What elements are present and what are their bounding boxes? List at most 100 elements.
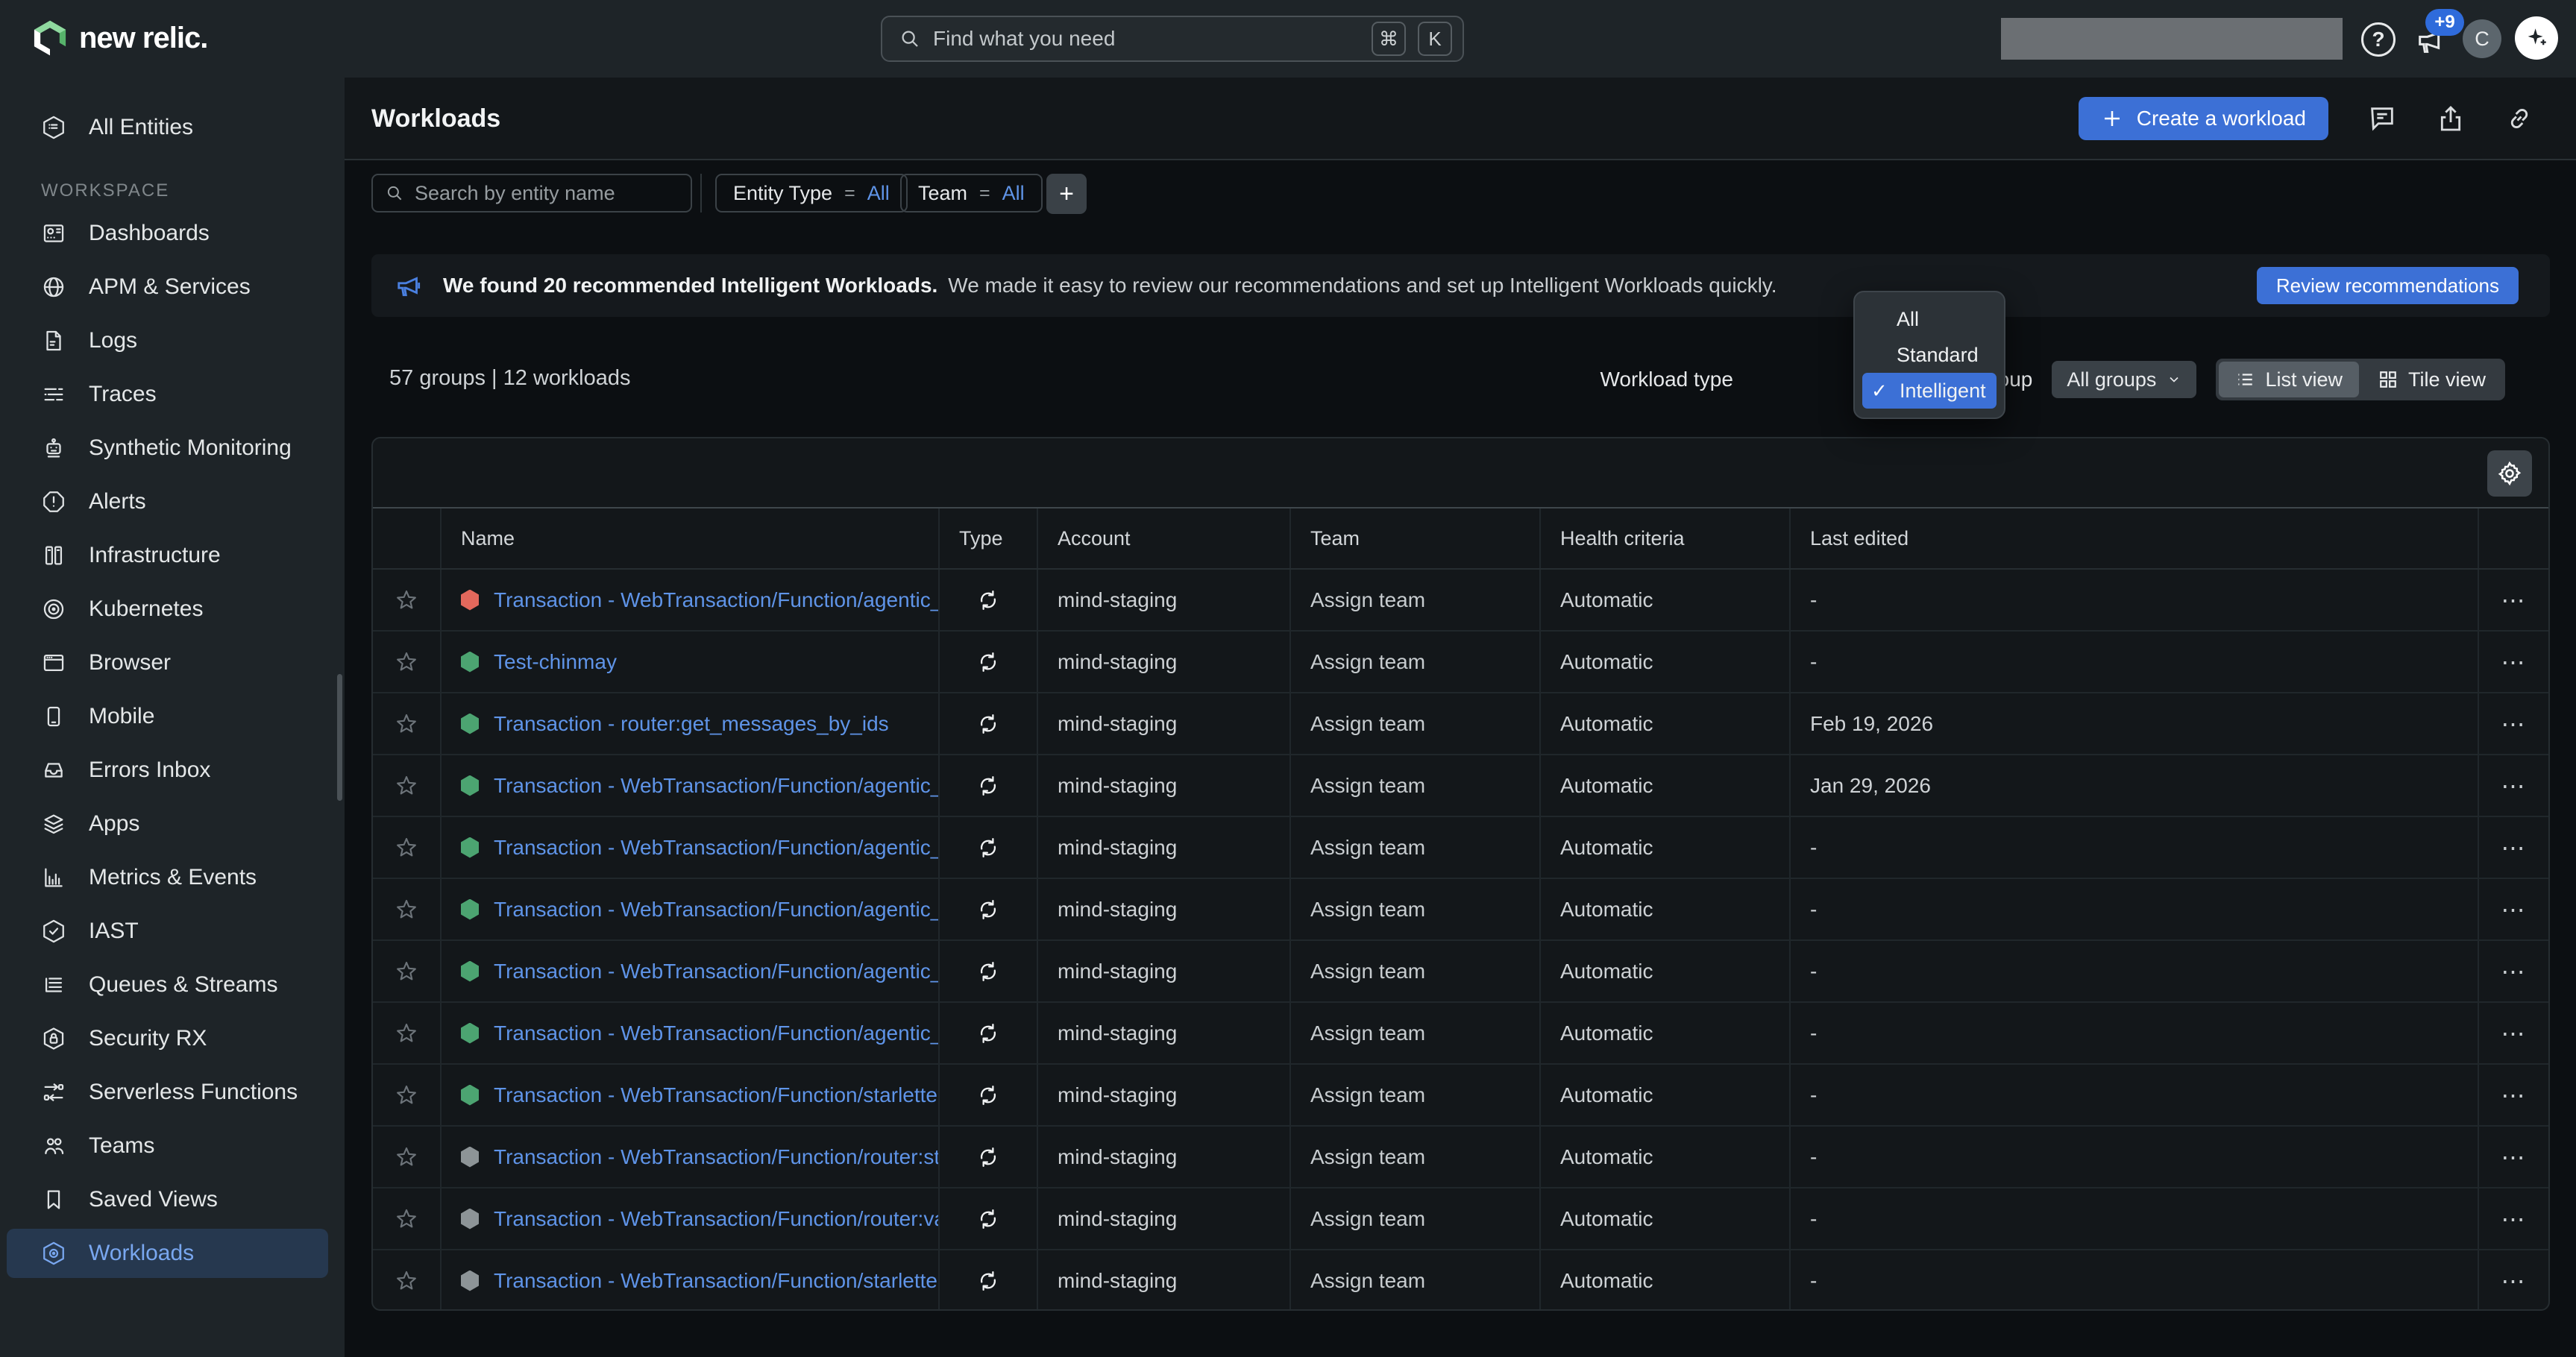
favorite-star-icon[interactable]: [395, 960, 418, 983]
review-recommendations-button[interactable]: Review recommendations: [2257, 267, 2519, 304]
sidebar-item-serverless-functions[interactable]: Serverless Functions: [7, 1068, 328, 1117]
favorite-star-icon[interactable]: [395, 774, 418, 798]
notification-count-badge[interactable]: +9: [2425, 9, 2464, 36]
sidebar-item-errors-inbox[interactable]: Errors Inbox: [7, 746, 328, 795]
workload-name-link[interactable]: Transaction - WebTransaction/Function/ro…: [494, 1145, 938, 1169]
workload-type-option-intelligent[interactable]: ✓Intelligent: [1862, 373, 1997, 409]
row-actions-menu[interactable]: ⋯: [2501, 1143, 2527, 1171]
row-actions-menu[interactable]: ⋯: [2501, 1019, 2527, 1048]
help-icon[interactable]: ?: [2361, 22, 2396, 57]
favorite-star-icon[interactable]: [395, 712, 418, 736]
team-cell[interactable]: Assign team: [1291, 817, 1541, 878]
favorite-star-icon[interactable]: [395, 588, 418, 612]
workload-type-option-standard[interactable]: Standard: [1862, 337, 1997, 373]
sidebar-item-dashboards[interactable]: Dashboards: [7, 209, 328, 258]
row-actions-menu[interactable]: ⋯: [2501, 648, 2527, 676]
sidebar-item-workloads[interactable]: Workloads: [7, 1229, 328, 1278]
tile-view-toggle[interactable]: Tile view: [2362, 362, 2502, 397]
column-header-team[interactable]: Team: [1291, 509, 1541, 568]
sidebar-item-synthetic-monitoring[interactable]: Synthetic Monitoring: [7, 424, 328, 473]
sidebar-item-apps[interactable]: Apps: [7, 799, 328, 848]
team-cell[interactable]: Assign team: [1291, 1127, 1541, 1187]
sidebar-item-traces[interactable]: Traces: [7, 370, 328, 419]
sidebar-item-infrastructure[interactable]: Infrastructure: [7, 531, 328, 580]
team-cell[interactable]: Assign team: [1291, 1188, 1541, 1249]
sidebar-item-browser[interactable]: Browser: [7, 638, 328, 687]
row-actions-menu[interactable]: ⋯: [2501, 586, 2527, 614]
sidebar-item-kubernetes[interactable]: Kubernetes: [7, 585, 328, 634]
workload-name-link[interactable]: Transaction - WebTransaction/Function/ag…: [494, 960, 938, 983]
row-actions-menu[interactable]: ⋯: [2501, 1205, 2527, 1233]
team-cell[interactable]: Assign team: [1291, 879, 1541, 939]
global-search[interactable]: ⌘ K: [881, 16, 1464, 62]
workload-type-option-all[interactable]: All: [1862, 301, 1997, 337]
row-actions-menu[interactable]: ⋯: [2501, 772, 2527, 800]
workload-name-link[interactable]: Transaction - WebTransaction/Function/ag…: [494, 588, 938, 612]
workload-name-link[interactable]: Transaction - router:get_messages_by_ids: [494, 712, 889, 736]
workload-name-link[interactable]: Transaction - WebTransaction/Function/ag…: [494, 774, 938, 798]
favorite-star-icon[interactable]: [395, 1145, 418, 1169]
column-header-type[interactable]: Type: [940, 509, 1038, 568]
favorite-star-icon[interactable]: [395, 1207, 418, 1231]
workload-name-link[interactable]: Transaction - WebTransaction/Function/st…: [494, 1083, 938, 1107]
row-actions-menu[interactable]: ⋯: [2501, 834, 2527, 862]
team-cell[interactable]: Assign team: [1291, 1065, 1541, 1125]
team-filter[interactable]: Team = All: [900, 174, 1043, 212]
sidebar-item-all-entities[interactable]: All Entities: [7, 103, 328, 152]
entity-search[interactable]: [371, 174, 692, 212]
favorite-star-icon[interactable]: [395, 1021, 418, 1045]
add-filter-button[interactable]: +: [1046, 174, 1087, 214]
sidebar-item-logs[interactable]: Logs: [7, 316, 328, 365]
team-cell[interactable]: Assign team: [1291, 632, 1541, 692]
workload-name-link[interactable]: Transaction - WebTransaction/Function/ag…: [494, 898, 938, 922]
row-actions-menu[interactable]: ⋯: [2501, 710, 2527, 738]
team-cell[interactable]: Assign team: [1291, 693, 1541, 754]
favorite-star-icon[interactable]: [395, 836, 418, 860]
workload-name-link[interactable]: Transaction - WebTransaction/Function/ag…: [494, 1021, 938, 1045]
column-header-health-criteria[interactable]: Health criteria: [1541, 509, 1791, 568]
row-actions-menu[interactable]: ⋯: [2501, 957, 2527, 986]
row-actions-menu[interactable]: ⋯: [2501, 1081, 2527, 1109]
row-actions-menu[interactable]: ⋯: [2501, 1267, 2527, 1295]
sidebar-item-security-rx[interactable]: Security RX: [7, 1014, 328, 1063]
group-select[interactable]: All groups: [2052, 361, 2196, 398]
column-header-name[interactable]: Name: [442, 509, 940, 568]
sidebar-item-metrics-events[interactable]: Metrics & Events: [7, 853, 328, 902]
favorite-star-icon[interactable]: [395, 650, 418, 674]
list-view-toggle[interactable]: List view: [2219, 362, 2359, 397]
column-header-account[interactable]: Account: [1038, 509, 1291, 568]
entity-type-filter[interactable]: Entity Type = All: [715, 174, 908, 212]
team-cell[interactable]: Assign team: [1291, 941, 1541, 1001]
table-settings-button[interactable]: [2487, 450, 2532, 497]
sidebar-item-alerts[interactable]: Alerts: [7, 477, 328, 526]
sidebar-item-iast[interactable]: IAST: [7, 907, 328, 956]
copy-link-icon[interactable]: [2504, 104, 2534, 133]
workload-name-link[interactable]: Transaction - WebTransaction/Function/ro…: [494, 1207, 938, 1231]
sidebar-item-apm-services[interactable]: APM & Services: [7, 262, 328, 312]
sidebar-scrollbar[interactable]: [337, 674, 342, 801]
sidebar-item-mobile[interactable]: Mobile: [7, 692, 328, 741]
global-search-input[interactable]: [933, 27, 1360, 51]
workload-name-link[interactable]: Transaction - WebTransaction/Function/ag…: [494, 836, 938, 860]
logo[interactable]: new relic.: [33, 19, 207, 57]
create-workload-button[interactable]: Create a workload: [2079, 97, 2328, 140]
sidebar-item-queues-streams[interactable]: Queues & Streams: [7, 960, 328, 1010]
user-avatar[interactable]: C: [2463, 19, 2501, 58]
entity-search-input[interactable]: [415, 182, 679, 205]
favorite-star-icon[interactable]: [395, 1083, 418, 1107]
workload-name-link[interactable]: Transaction - WebTransaction/Function/st…: [494, 1269, 938, 1293]
share-export-icon[interactable]: [2436, 104, 2466, 133]
favorite-star-icon[interactable]: [395, 898, 418, 922]
feedback-comment-icon[interactable]: [2367, 104, 2397, 133]
team-cell[interactable]: Assign team: [1291, 755, 1541, 816]
team-cell[interactable]: Assign team: [1291, 1250, 1541, 1311]
workload-name-link[interactable]: Test-chinmay: [494, 650, 617, 674]
team-cell[interactable]: Assign team: [1291, 1003, 1541, 1063]
favorite-star-icon[interactable]: [395, 1269, 418, 1293]
row-actions-menu[interactable]: ⋯: [2501, 895, 2527, 924]
column-header-last-edited[interactable]: Last edited: [1791, 509, 2479, 568]
team-cell[interactable]: Assign team: [1291, 570, 1541, 630]
sidebar-item-teams[interactable]: Teams: [7, 1121, 328, 1171]
sidebar-item-saved-views[interactable]: Saved Views: [7, 1175, 328, 1224]
ai-assistant-button[interactable]: [2515, 16, 2558, 60]
